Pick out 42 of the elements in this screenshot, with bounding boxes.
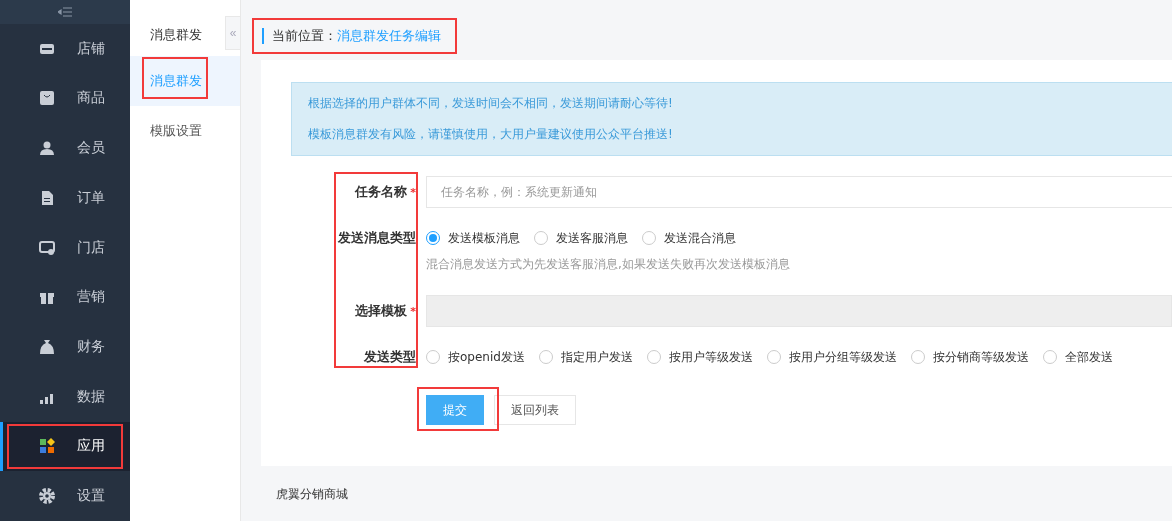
nav-item[interactable]: 营销 [0, 272, 130, 323]
nav-item[interactable]: 应用 [0, 421, 130, 472]
field-label: 发送消息类型 [337, 229, 416, 247]
field-label: 任务名称 * [353, 183, 416, 201]
notice-text: 模板消息群发有风险，请谨慎使用，大用户量建议使用公众平台推送! [308, 126, 674, 143]
back-button[interactable]: 返回列表 [494, 395, 576, 425]
user-icon [39, 140, 55, 157]
nav-item[interactable]: 订单 [0, 173, 130, 223]
radio-label[interactable]: 按openid发送 [448, 348, 525, 366]
notice-text: 根据选择的用户群体不同，发送时间会不相同，发送期间请耐心等待! [308, 95, 674, 112]
radio-label[interactable]: 全部发送 [1064, 348, 1113, 366]
hint-text: 混合消息发送方式为先发送客服消息,如果发送失败再次发送模板消息 [426, 256, 791, 273]
section-title: 消息群发 [150, 26, 203, 44]
subnav-item[interactable]: 模版设置 [130, 106, 240, 156]
required-mark: * [410, 305, 416, 318]
nav-item[interactable]: 财务 [0, 322, 130, 372]
field-label: 发送类型 [363, 348, 416, 366]
nav-item[interactable]: 门店 [0, 222, 130, 273]
task-name-field[interactable]: 任务名称，例：系统更新通知 [426, 176, 1172, 208]
breadcrumb-label: 当前位置： [272, 27, 337, 45]
nav-item[interactable]: 商品 [0, 73, 130, 124]
radio-label[interactable]: 发送模板消息 [448, 229, 520, 247]
radio-label[interactable]: 按用户等级发送 [668, 348, 753, 366]
bag-icon [39, 90, 55, 107]
required-mark: * [410, 186, 416, 199]
menu-toggle-icon[interactable] [58, 6, 72, 17]
nav-item[interactable]: 设置 [0, 471, 130, 521]
field-label: 选择模板 * [354, 302, 416, 320]
radio-label[interactable]: 指定用户发送 [560, 348, 633, 366]
nav-item[interactable]: 数据 [0, 371, 130, 422]
apps-icon [39, 438, 55, 455]
radio-label[interactable]: 发送客服消息 [556, 229, 628, 247]
settings-icon [39, 488, 55, 505]
radio-label[interactable]: 发送混合消息 [664, 229, 736, 247]
footer-text: 虎翼分销商城 [275, 486, 349, 503]
document-icon [39, 189, 55, 206]
radio-label[interactable]: 按分销商等级发送 [932, 348, 1029, 366]
nav-item[interactable]: 会员 [0, 123, 130, 173]
radio-label[interactable]: 按用户分组等级发送 [788, 348, 897, 366]
money-bag-icon [39, 339, 55, 356]
shop-icon [39, 239, 55, 256]
nav-item[interactable]: 店铺 [0, 23, 130, 74]
